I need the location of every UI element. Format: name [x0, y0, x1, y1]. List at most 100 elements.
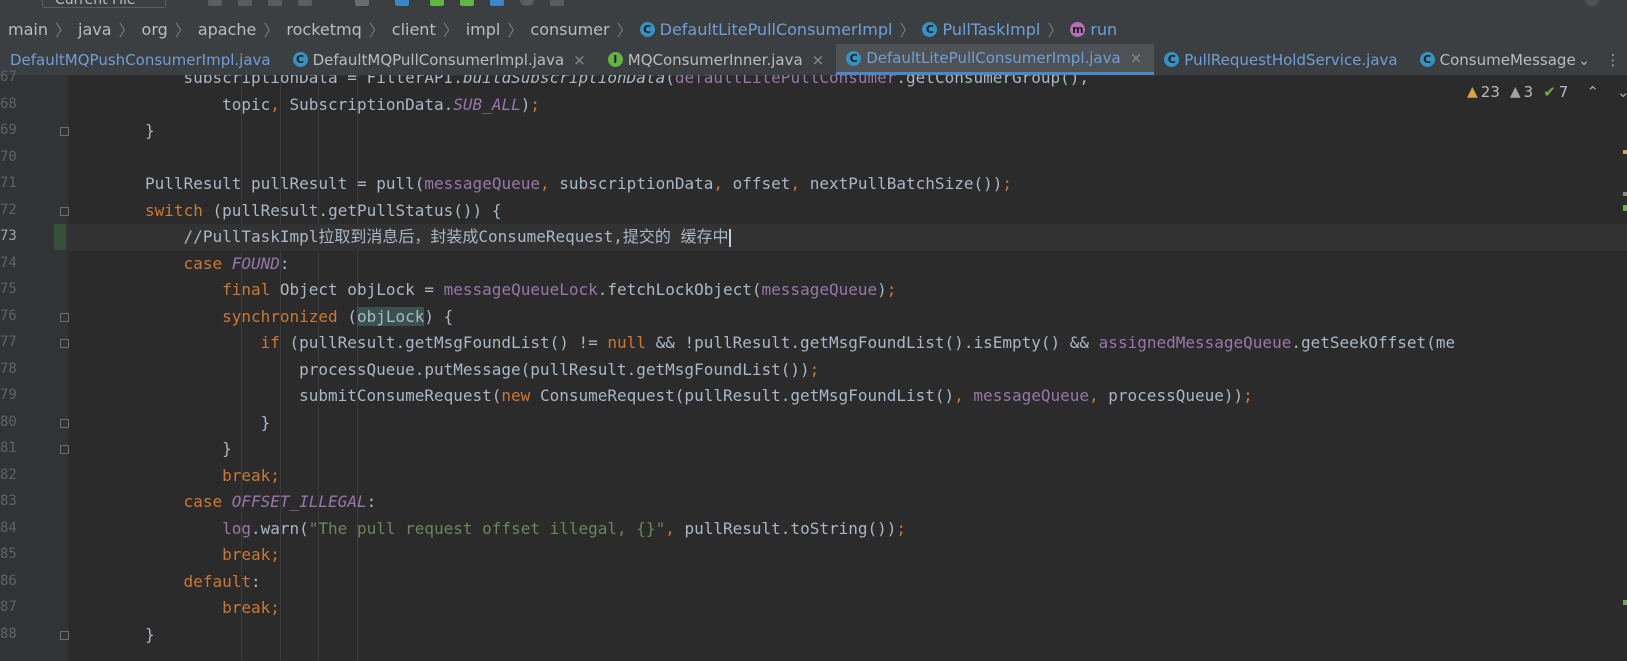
breadcrumb-item[interactable]: consumer	[530, 20, 609, 39]
breadcrumb-label: rocketmq	[286, 19, 362, 39]
keyword-token: new	[501, 386, 540, 405]
editor-tab[interactable]: C PullRequestHoldService.java	[1154, 44, 1409, 75]
next-highlight-icon[interactable]: ⌄	[1617, 83, 1627, 101]
code-token: }	[260, 412, 271, 432]
close-icon[interactable]: ×	[573, 51, 586, 69]
code-token: :	[366, 492, 377, 511]
breadcrumb-separator-icon: 〉	[263, 21, 280, 40]
code-token: }	[222, 439, 232, 458]
scrollbar-marker[interactable]	[1623, 192, 1627, 196]
editor-tab[interactable]: I MQConsumerInner.java ×	[598, 44, 836, 75]
vcs-branch-icon[interactable]	[355, 0, 369, 6]
search-icon[interactable]	[1585, 0, 1599, 6]
line-number: 83	[0, 493, 17, 509]
breadcrumb-separator-icon: 〉	[368, 21, 385, 40]
code-line: }	[222, 436, 232, 462]
chevron-down-icon[interactable]: ⌄	[1574, 44, 1594, 75]
code-line: case FOUND:	[184, 251, 290, 277]
field-token: messageQueueLock	[443, 280, 598, 299]
history-icon[interactable]	[520, 0, 534, 6]
code-token: processQueue))	[1108, 386, 1244, 405]
code-token: ConsumeRequest(pullResult.getMsgFoundLis…	[539, 386, 955, 405]
vcs-push-icon[interactable]	[460, 0, 474, 6]
vcs-pull-icon[interactable]	[490, 0, 504, 6]
code-line: switch (pullResult.getPullStatus()) {	[145, 198, 501, 224]
breadcrumb-separator-icon: 〉	[54, 21, 71, 40]
line-number: 78	[0, 360, 17, 377]
code-token: pullResult.toString())	[684, 518, 897, 538]
stop-icon[interactable]	[298, 0, 312, 6]
editor-tab[interactable]: DefaultMQPushConsumerImpl.java	[0, 44, 283, 75]
changed-line-marker	[54, 224, 66, 250]
interface-icon: I	[607, 52, 623, 67]
line-number: 84	[0, 519, 17, 536]
keyword-token: ;	[1002, 174, 1012, 193]
editor-tab[interactable]: C ConsumeMessage	[1410, 44, 1588, 75]
keyword-token: break;	[222, 545, 280, 564]
previous-highlight-icon[interactable]: ⌃	[1586, 83, 1599, 101]
keyword-token: ,	[713, 174, 733, 193]
code-token: processQueue.putMessage(pullResult.getMs…	[299, 359, 810, 379]
close-icon[interactable]: ×	[1130, 49, 1143, 67]
close-icon[interactable]: ×	[812, 51, 825, 69]
line-number: 74	[0, 254, 17, 271]
breadcrumb-separator-icon: 〉	[118, 21, 135, 40]
keyword-token: ,	[270, 94, 290, 114]
scrollbar-marker[interactable]	[1623, 150, 1627, 154]
breadcrumb-item[interactable]: apache	[198, 20, 257, 39]
run-configuration-select[interactable]: Current File	[42, 0, 166, 8]
comment-token: //PullTaskImpl拉取到消息后，封装成ConsumeRequest,提…	[183, 227, 729, 246]
code-token: offset	[732, 174, 791, 193]
breadcrumb-item[interactable]: org	[142, 20, 168, 39]
profile-icon[interactable]	[268, 0, 282, 6]
scrollbar-marker[interactable]	[1623, 205, 1627, 211]
breadcrumb-label: run	[1090, 19, 1118, 39]
debug-icon[interactable]	[238, 0, 252, 6]
editor-tab[interactable]: C DefaultMQPullConsumerImpl.java ×	[283, 44, 598, 75]
static-call-token: buildSubscriptionData	[462, 75, 666, 87]
main-toolbar: Current File	[0, 0, 1627, 14]
rollback-icon[interactable]	[550, 0, 564, 6]
code-line: topic, SubscriptionData.SUB_ALL);	[222, 92, 540, 118]
code-line: //PullTaskImpl拉取到消息后，封装成ConsumeRequest,提…	[184, 224, 731, 250]
line-number: 71	[0, 175, 17, 191]
line-number: 68	[0, 95, 17, 112]
scrollbar-marker[interactable]	[1623, 600, 1627, 605]
editor-tab[interactable]: C DefaultLitePullConsumerImpl.java ×	[836, 44, 1155, 75]
vcs-update-icon[interactable]	[395, 0, 409, 6]
code-token: (pullResult.getPullStatus()) {	[212, 200, 502, 220]
breadcrumb-separator-icon: 〉	[442, 21, 459, 40]
code-token: nextPullBatchSize())	[809, 174, 1003, 193]
code-line: synchronized (objLock) {	[222, 304, 453, 330]
field-token: defaultLitePullConsumer	[674, 75, 897, 87]
inspection-widget[interactable]: ▲ 23 ▲ 3 ✔ 7 ⌃ ⌄	[1467, 82, 1627, 102]
vcs-commit-icon[interactable]	[430, 0, 444, 6]
breadcrumb-item[interactable]: client	[392, 20, 436, 39]
keyword-token: ,	[790, 174, 810, 193]
build-icon[interactable]	[208, 0, 222, 6]
breadcrumb-item[interactable]: impl	[466, 20, 501, 39]
breadcrumb-item[interactable]: m run	[1070, 20, 1117, 39]
class-icon: C	[639, 21, 655, 37]
line-gutter: 67 68 69 70 71 72 73 74 75 76 77 78 79 80 81 82 83 84 85 86…	[0, 69, 69, 661]
breadcrumb-item[interactable]: java	[78, 20, 112, 39]
keyword-token: synchronized	[222, 306, 348, 326]
constant-token: OFFSET_ILLEGAL	[231, 492, 367, 511]
keyword-token: switch	[145, 200, 213, 220]
keyword-token: final	[222, 280, 280, 299]
line-number: 87	[0, 599, 17, 615]
breadcrumb-item[interactable]: C DefaultLitePullConsumerImpl	[639, 20, 892, 39]
code-token: subscriptionData	[559, 174, 714, 193]
field-token: messageQueue	[973, 386, 1090, 405]
more-vertical-icon[interactable]: ⋮	[1603, 44, 1623, 75]
breadcrumb-item[interactable]: rocketmq	[286, 20, 361, 39]
breadcrumb-label: main	[8, 19, 48, 39]
code-editor[interactable]: subscriptionData = FilterAPI.buildSubscr…	[68, 75, 1627, 661]
tab-label: DefaultLitePullConsumerImpl.java	[866, 49, 1121, 67]
editor-tab-bar: DefaultMQPushConsumerImpl.java C DefaultMQ…	[0, 44, 1627, 76]
code-token: .getSeekOffset(me	[1291, 333, 1456, 352]
breadcrumb-item[interactable]: C PullTaskImpl	[922, 20, 1040, 39]
breadcrumb-item[interactable]: main	[8, 20, 48, 39]
code-token: SubscriptionData.	[289, 94, 454, 114]
line-number: 75	[0, 281, 17, 297]
